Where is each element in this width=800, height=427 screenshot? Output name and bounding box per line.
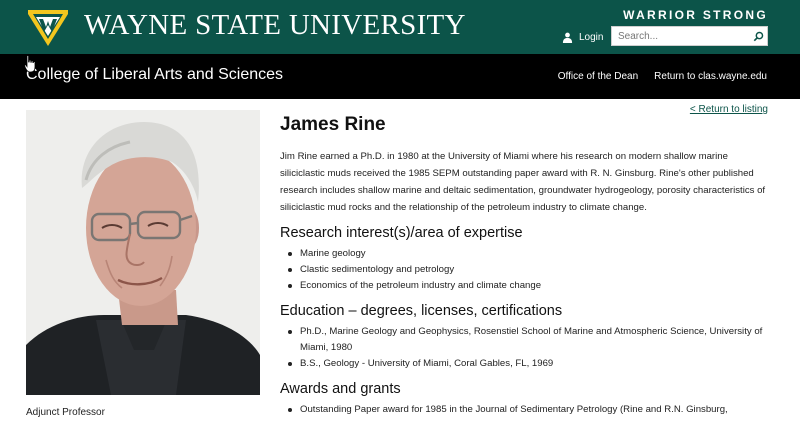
top-header-bar: WAYNE STATE UNIVERSITY WARRIOR STRONG Lo…	[0, 0, 800, 54]
profile-content: James Rine Jim Rine earned a Ph.D. in 19…	[280, 114, 770, 418]
search-box	[611, 26, 768, 46]
university-wordmark[interactable]: WAYNE STATE UNIVERSITY	[84, 9, 466, 42]
list-item: B.S., Geology - University of Miami, Cor…	[288, 356, 770, 372]
list-item: Outstanding Paper award for 1985 in the …	[288, 402, 770, 418]
list-item: Ph.D., Marine Geology and Geophysics, Ro…	[288, 324, 770, 356]
college-bar: College of Liberal Arts and Sciences Off…	[0, 54, 800, 99]
wsu-shield-logo[interactable]	[26, 8, 70, 48]
profile-photo	[26, 110, 260, 395]
college-title[interactable]: College of Liberal Arts and Sciences	[26, 66, 283, 84]
list-item: Marine geology	[288, 246, 770, 262]
position-title: Adjunct Professor	[26, 407, 105, 418]
search-button[interactable]	[750, 27, 767, 45]
hand-cursor-icon	[24, 55, 36, 73]
profile-bio: Jim Rine earned a Ph.D. in 1980 at the U…	[280, 151, 766, 213]
college-nav: Office of the Dean Return to clas.wayne.…	[558, 71, 767, 82]
user-icon	[562, 32, 573, 43]
nav-return-to-clas[interactable]: Return to clas.wayne.edu	[654, 71, 767, 82]
login-link[interactable]: Login	[562, 30, 603, 44]
research-list: Marine geology Clastic sedimentology and…	[280, 246, 770, 294]
section-heading-research: Research interest(s)/area of expertise	[280, 225, 523, 241]
list-item: Economics of the petroleum industry and …	[288, 278, 770, 294]
profile-name: James Rine	[280, 114, 386, 135]
list-item: Clastic sedimentology and petrology	[288, 262, 770, 278]
login-label: Login	[579, 31, 604, 43]
nav-office-of-the-dean[interactable]: Office of the Dean	[558, 71, 638, 82]
search-icon	[753, 31, 764, 41]
search-input[interactable]	[612, 27, 750, 45]
education-list: Ph.D., Marine Geology and Geophysics, Ro…	[280, 324, 770, 372]
warrior-strong-tagline: WARRIOR STRONG	[623, 8, 768, 22]
section-heading-awards: Awards and grants	[280, 381, 401, 397]
awards-list: Outstanding Paper award for 1985 in the …	[280, 402, 770, 418]
section-heading-education: Education – degrees, licenses, certifica…	[280, 303, 563, 319]
